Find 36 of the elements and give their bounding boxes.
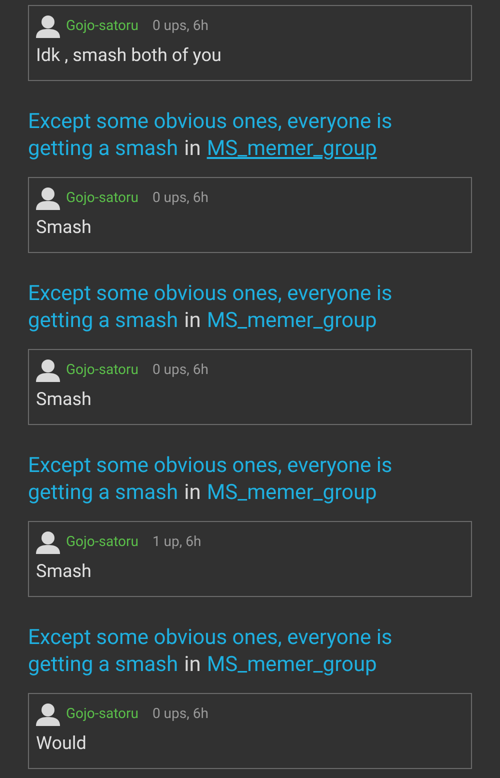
username-link[interactable]: Gojo-satoru (66, 188, 138, 208)
user-avatar-icon (36, 186, 60, 210)
comment-text: Smash (36, 388, 92, 412)
user-avatar-icon (36, 702, 60, 726)
in-label: in (184, 480, 201, 507)
comment-meta: 0 ups, 6h (152, 704, 208, 724)
post-title-link[interactable]: getting a smash (28, 308, 178, 335)
post-title-link[interactable]: Except some obvious ones, everyone is (28, 109, 392, 136)
post-title-link[interactable]: getting a smash (28, 652, 178, 679)
in-label: in (184, 652, 201, 679)
comment-meta: 0 ups, 6h (152, 360, 208, 380)
comment-meta: 1 up, 6h (152, 532, 202, 552)
post-title-link[interactable]: getting a smash (28, 480, 178, 507)
user-avatar-icon (36, 530, 60, 554)
in-label: in (184, 308, 201, 335)
group-link[interactable]: MS_memer_group (206, 308, 377, 335)
username-link[interactable]: Gojo-satoru (66, 532, 138, 552)
group-link[interactable]: MS_memer_group (206, 136, 377, 163)
comment-text: Idk , smash both of you (36, 44, 222, 68)
user-avatar-icon (36, 14, 60, 38)
user-avatar-icon (36, 358, 60, 382)
group-link[interactable]: MS_memer_group (206, 480, 377, 507)
post-title-link[interactable]: getting a smash (28, 136, 178, 163)
username-link[interactable]: Gojo-satoru (66, 360, 138, 380)
group-link[interactable]: MS_memer_group (206, 652, 377, 679)
comment-text: Smash (36, 560, 92, 584)
username-link[interactable]: Gojo-satoru (66, 16, 138, 36)
comment-meta: 0 ups, 6h (152, 188, 208, 208)
comment-text: Would (36, 732, 88, 756)
comment-text: Smash (36, 216, 92, 240)
post-title-link[interactable]: Except some obvious ones, everyone is (28, 625, 392, 652)
post-title-link[interactable]: Except some obvious ones, everyone is (28, 453, 392, 480)
username-link[interactable]: Gojo-satoru (66, 704, 138, 724)
in-label: in (184, 136, 201, 163)
comment-meta: 0 ups, 6h (152, 16, 208, 36)
post-title-link[interactable]: Except some obvious ones, everyone is (28, 281, 392, 308)
